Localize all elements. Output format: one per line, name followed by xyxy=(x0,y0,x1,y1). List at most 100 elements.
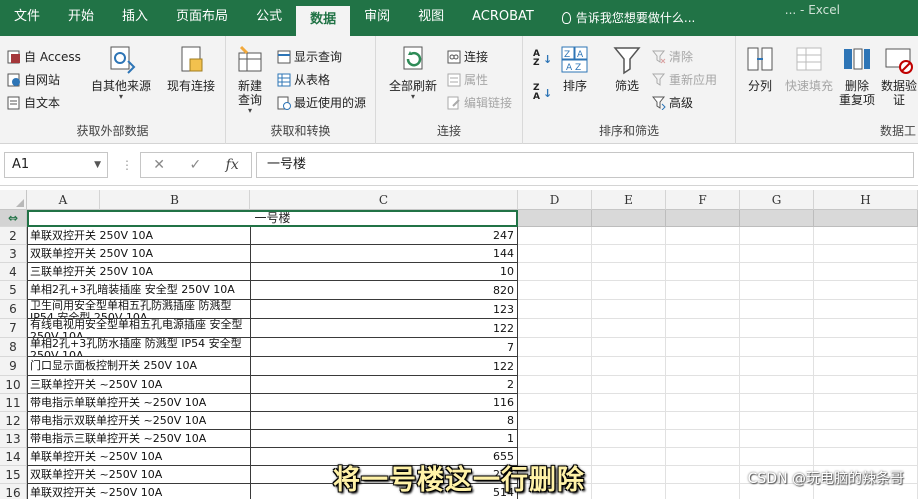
refresh-all-button[interactable]: 全部刷新 ▾ xyxy=(386,44,440,101)
empty-cell[interactable] xyxy=(740,281,814,300)
product-name-cell[interactable]: 单相2孔+3孔防水插座 防溅型 IP54 安全型 250V 10A xyxy=(27,338,251,357)
row-header[interactable]: 9 xyxy=(0,357,27,376)
remove-duplicates-button[interactable]: 删除 重复项 xyxy=(838,44,876,107)
empty-cell[interactable] xyxy=(814,245,918,263)
empty-cell[interactable] xyxy=(518,300,592,319)
empty-cell[interactable] xyxy=(666,394,740,412)
row-header[interactable]: 8 xyxy=(0,338,27,357)
empty-cell[interactable] xyxy=(814,394,918,412)
column-header-e[interactable]: E xyxy=(592,190,666,210)
empty-cell[interactable] xyxy=(740,245,814,263)
empty-cell[interactable] xyxy=(592,376,666,394)
empty-cell[interactable] xyxy=(592,227,666,245)
selected-cell[interactable] xyxy=(592,210,666,227)
empty-cell[interactable] xyxy=(666,300,740,319)
empty-cell[interactable] xyxy=(518,263,592,281)
insert-function-icon[interactable]: fx xyxy=(226,157,239,173)
column-header-d[interactable]: D xyxy=(518,190,592,210)
connections-button[interactable]: 连接 xyxy=(446,48,488,65)
column-header-g[interactable]: G xyxy=(740,190,814,210)
empty-cell[interactable] xyxy=(592,338,666,357)
filter-button[interactable]: 筛选 xyxy=(607,44,647,93)
reapply-button[interactable]: 重新应用 xyxy=(651,71,717,88)
product-name-cell[interactable]: 双联单控开关 250V 10A xyxy=(27,245,251,263)
data-validation-button[interactable]: 数据验 证 xyxy=(880,44,918,107)
selected-cell[interactable] xyxy=(814,210,918,227)
from-other-sources-button[interactable]: 自其他来源 ▾ xyxy=(88,44,154,101)
sort-button[interactable]: ZAA Z 排序 xyxy=(557,44,593,93)
empty-cell[interactable] xyxy=(740,263,814,281)
text-to-columns-button[interactable]: 分列 xyxy=(742,44,778,93)
empty-cell[interactable] xyxy=(518,245,592,263)
empty-cell[interactable] xyxy=(592,412,666,430)
quantity-cell[interactable]: 8 xyxy=(251,412,518,430)
column-header-a[interactable]: A xyxy=(27,190,100,210)
empty-cell[interactable] xyxy=(740,394,814,412)
row-header[interactable]: 7 xyxy=(0,319,27,338)
tab-formulas[interactable]: 公式 xyxy=(242,0,296,36)
formula-input[interactable]: 一号楼 xyxy=(256,152,914,178)
tab-home[interactable]: 开始 xyxy=(54,0,108,36)
tab-insert[interactable]: 插入 xyxy=(108,0,162,36)
product-name-cell[interactable]: 带电指示三联单控开关 ~250V 10A xyxy=(27,430,251,448)
empty-cell[interactable] xyxy=(740,300,814,319)
empty-cell[interactable] xyxy=(592,245,666,263)
empty-cell[interactable] xyxy=(518,319,592,338)
tab-acrobat[interactable]: ACROBAT xyxy=(458,0,548,36)
row-header[interactable]: 3 xyxy=(0,245,27,263)
selected-cell[interactable] xyxy=(740,210,814,227)
existing-connections-button[interactable]: 现有连接 xyxy=(160,44,222,93)
empty-cell[interactable] xyxy=(814,300,918,319)
merged-title-cell[interactable]: 一号楼 xyxy=(27,210,518,227)
empty-cell[interactable] xyxy=(666,338,740,357)
empty-cell[interactable] xyxy=(740,338,814,357)
empty-cell[interactable] xyxy=(666,357,740,376)
empty-cell[interactable] xyxy=(814,319,918,338)
tell-me-search[interactable]: 告诉我您想要做什么... xyxy=(548,0,695,36)
empty-cell[interactable] xyxy=(592,430,666,448)
tab-data[interactable]: 数据 xyxy=(296,6,351,36)
product-name-cell[interactable]: 门口显示面板控制开关 250V 10A xyxy=(27,357,251,376)
empty-cell[interactable] xyxy=(740,227,814,245)
clear-filter-button[interactable]: 清除 xyxy=(651,48,693,65)
empty-cell[interactable] xyxy=(740,430,814,448)
selected-cell[interactable] xyxy=(518,210,592,227)
cancel-icon[interactable]: ✕ xyxy=(153,157,165,173)
quantity-cell[interactable]: 10 xyxy=(251,263,518,281)
empty-cell[interactable] xyxy=(518,430,592,448)
empty-cell[interactable] xyxy=(740,319,814,338)
quantity-cell[interactable]: 116 xyxy=(251,394,518,412)
from-access-button[interactable]: 自 Access xyxy=(6,48,81,65)
quantity-cell[interactable]: 1 xyxy=(251,430,518,448)
empty-cell[interactable] xyxy=(666,412,740,430)
empty-cell[interactable] xyxy=(592,281,666,300)
tab-view[interactable]: 视图 xyxy=(404,0,458,36)
tab-page-layout[interactable]: 页面布局 xyxy=(162,0,242,36)
quantity-cell[interactable]: 247 xyxy=(251,227,518,245)
quantity-cell[interactable]: 820 xyxy=(251,281,518,300)
empty-cell[interactable] xyxy=(814,376,918,394)
advanced-filter-button[interactable]: 高级 xyxy=(651,94,693,111)
column-header-f[interactable]: F xyxy=(666,190,740,210)
name-box[interactable]: A1 ▼ xyxy=(4,152,108,178)
properties-button[interactable]: 属性 xyxy=(446,71,488,88)
quantity-cell[interactable]: 122 xyxy=(251,319,518,338)
row-header[interactable]: 6 xyxy=(0,300,27,319)
empty-cell[interactable] xyxy=(666,263,740,281)
empty-cell[interactable] xyxy=(814,263,918,281)
empty-cell[interactable] xyxy=(518,394,592,412)
recent-sources-button[interactable]: 最近使用的源 xyxy=(276,94,366,111)
show-queries-button[interactable]: 显示查询 xyxy=(276,48,342,65)
empty-cell[interactable] xyxy=(518,338,592,357)
quantity-cell[interactable]: 7 xyxy=(251,338,518,357)
sort-a-to-z-button[interactable]: AZ ↓ xyxy=(533,50,552,68)
row-header[interactable]: 12 xyxy=(0,412,27,430)
column-header-c[interactable]: C xyxy=(250,190,518,210)
new-query-button[interactable]: 新建 查询 ▾ xyxy=(230,44,270,115)
flash-fill-button[interactable]: 快速填充 xyxy=(782,44,836,93)
quantity-cell[interactable]: 144 xyxy=(251,245,518,263)
empty-cell[interactable] xyxy=(518,376,592,394)
quantity-cell[interactable]: 2 xyxy=(251,376,518,394)
empty-cell[interactable] xyxy=(592,394,666,412)
row-header[interactable]: 5 xyxy=(0,281,27,300)
